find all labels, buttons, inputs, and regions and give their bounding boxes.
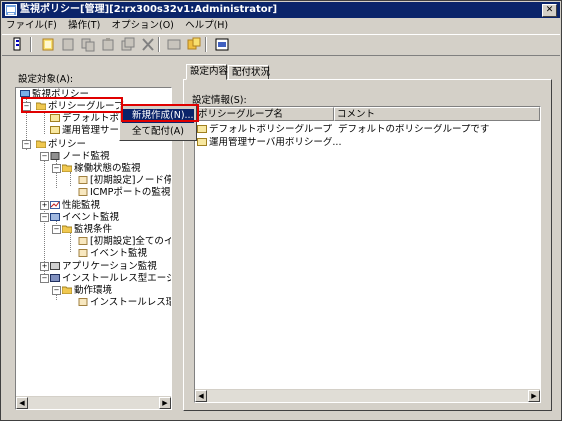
- folder-icon: [62, 286, 72, 294]
- policy-group-table[interactable]: ポリシーグループ名 コメント デフォルトポリシーグループ デフォルトのポリシーグ…: [194, 106, 541, 403]
- folder-icon: [62, 164, 72, 172]
- menu-bar: ファイル(F) 操作(T) オプション(O) ヘルプ(H): [2, 19, 560, 33]
- table-cell-comment: [338, 137, 538, 149]
- folder-icon: [62, 225, 72, 233]
- highlight-box-tree: [21, 97, 123, 113]
- tree-node-ops-server[interactable]: 運用管理サーバ: [50, 125, 128, 136]
- document-icon: [78, 176, 88, 184]
- tree-node-node-monitor[interactable]: ノード監視: [50, 151, 110, 162]
- tab-settings[interactable]: 設定内容: [186, 64, 228, 80]
- tree-node-app-monitor[interactable]: アプリケーション監視: [50, 261, 157, 272]
- duplicate-icon[interactable]: [120, 37, 136, 52]
- table-hscrollbar[interactable]: ◀ ▶: [195, 389, 540, 402]
- expand-toggle[interactable]: +: [40, 201, 49, 210]
- collapse-toggle[interactable]: −: [22, 140, 31, 149]
- distribute-icon[interactable]: [186, 37, 202, 52]
- policy-icon: [197, 138, 207, 146]
- copy-icon[interactable]: [80, 37, 96, 52]
- title-bar: 監視ポリシー[管理][2:rx300s32v1:Administrator] ✕: [2, 2, 560, 18]
- tree-node-agentless[interactable]: インストールレス型エージ: [50, 273, 171, 284]
- tab-distribution[interactable]: 配付状況: [228, 65, 270, 80]
- agent-icon: [50, 274, 60, 282]
- collapse-toggle[interactable]: −: [52, 225, 61, 234]
- tree-node-default-policy[interactable]: デフォルトポリ: [50, 113, 129, 124]
- app-icon: [5, 4, 17, 16]
- menu-operation[interactable]: 操作(T): [64, 19, 104, 33]
- window-icon[interactable]: [214, 37, 230, 52]
- toolbar-separator: [205, 37, 207, 52]
- settings-info-label: 設定情報(S):: [192, 95, 247, 106]
- collapse-toggle[interactable]: −: [52, 286, 61, 295]
- tree-hscrollbar[interactable]: ◀ ▶: [16, 396, 171, 409]
- toolbar-separator: [30, 37, 32, 52]
- tree-node-environment[interactable]: 動作環境: [62, 285, 112, 296]
- tree-node-performance[interactable]: 性能監視: [50, 200, 100, 211]
- scroll-right-icon[interactable]: ▶: [159, 397, 171, 409]
- document-icon: [78, 249, 88, 257]
- scroll-left-icon[interactable]: ◀: [195, 390, 207, 402]
- folder-icon: [36, 140, 46, 148]
- paste-icon[interactable]: [100, 37, 116, 52]
- menu-item-distribute-all[interactable]: 全て配付(A): [122, 125, 194, 139]
- main-window: 監視ポリシー[管理][2:rx300s32v1:Administrator] ✕…: [0, 0, 562, 421]
- refresh-icon[interactable]: [166, 37, 182, 52]
- tree-node-node-stop[interactable]: [初期設定]ノード停: [78, 175, 171, 186]
- tree-label: 設定対象(A):: [18, 74, 74, 85]
- collapse-toggle[interactable]: −: [52, 164, 61, 173]
- table-cell-comment: デフォルトのポリシーグループです: [338, 124, 490, 135]
- toolbar: [2, 34, 560, 56]
- tree-node-agentless-env[interactable]: インストールレス環: [78, 297, 171, 308]
- event-icon: [50, 213, 60, 221]
- policy-icon: [197, 125, 207, 133]
- menu-file[interactable]: ファイル(F): [2, 19, 61, 33]
- document-icon: [78, 298, 88, 306]
- menu-options[interactable]: オプション(O): [107, 19, 177, 33]
- tree-node-policy[interactable]: ポリシー: [36, 139, 86, 150]
- window-title: 監視ポリシー[管理][2:rx300s32v1:Administrator]: [20, 4, 278, 15]
- new-icon[interactable]: [40, 37, 56, 52]
- table-row[interactable]: デフォルトポリシーグループ: [197, 124, 334, 136]
- edit-icon[interactable]: [60, 37, 76, 52]
- collapse-toggle[interactable]: −: [40, 213, 49, 222]
- delete-icon[interactable]: [140, 37, 156, 52]
- document-icon: [78, 188, 88, 196]
- expand-toggle[interactable]: +: [40, 262, 49, 271]
- properties-icon[interactable]: [10, 37, 26, 52]
- menu-help[interactable]: ヘルプ(H): [181, 19, 232, 33]
- close-button[interactable]: ✕: [542, 4, 557, 17]
- tree-node-icmp[interactable]: ICMPポートの監視: [78, 187, 170, 198]
- tree-node-event-monitor[interactable]: イベント監視: [50, 212, 119, 223]
- table-row[interactable]: 運用管理サーバ用ポリシーグ...: [197, 137, 347, 149]
- toolbar-separator: [158, 37, 160, 52]
- highlight-box-menu: [121, 104, 199, 122]
- scroll-right-icon[interactable]: ▶: [528, 390, 540, 402]
- application-icon: [50, 262, 60, 270]
- server-icon: [50, 152, 60, 160]
- column-header-comment[interactable]: コメント: [334, 107, 540, 121]
- scroll-left-icon[interactable]: ◀: [16, 397, 28, 409]
- policy-icon: [50, 114, 60, 122]
- tree-node-all-events[interactable]: [初期設定]全てのイ: [78, 236, 171, 247]
- collapse-toggle[interactable]: −: [40, 152, 49, 161]
- tree-node-monitor-conditions[interactable]: 監視条件: [62, 224, 112, 235]
- tree-node-uptime-monitor[interactable]: 稼働状態の監視: [62, 163, 141, 174]
- column-header-name[interactable]: ポリシーグループ名: [195, 107, 334, 121]
- collapse-toggle[interactable]: −: [40, 274, 49, 283]
- document-icon: [78, 237, 88, 245]
- tree-line: [70, 172, 71, 186]
- tree-node-event-watch[interactable]: イベント監視: [78, 248, 147, 259]
- chart-icon: [50, 201, 60, 209]
- policy-icon: [50, 126, 60, 134]
